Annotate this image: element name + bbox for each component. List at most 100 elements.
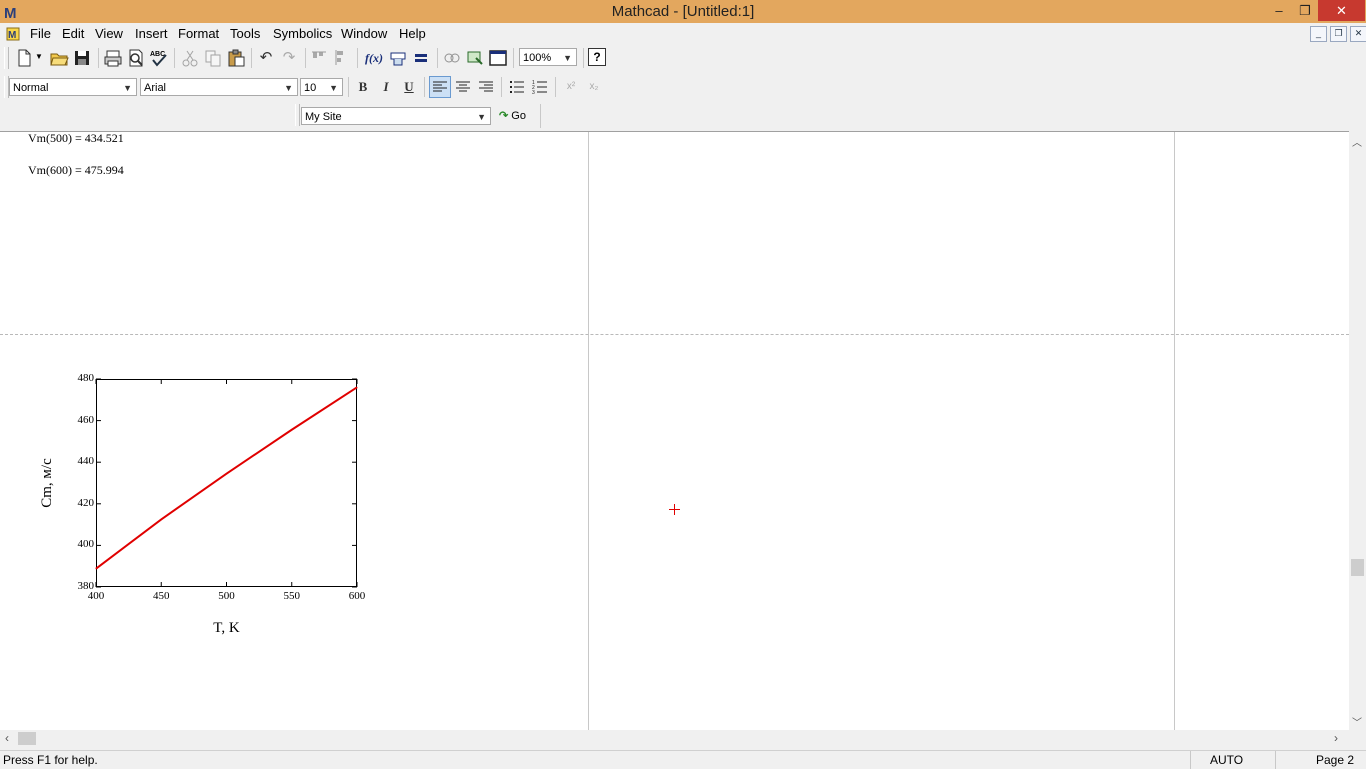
doc-close-button[interactable]: ✕ [1350,26,1366,42]
subscript-button[interactable]: x₂ [584,77,604,97]
new-document-icon[interactable] [14,48,34,68]
doc-restore-button[interactable]: ❐ [1330,26,1347,42]
data-point [160,518,162,520]
horizontal-scroll-thumb[interactable] [18,732,36,745]
crosshair-cursor-icon [669,504,680,515]
save-icon[interactable] [72,48,92,68]
y-tick-label: 480 [77,372,95,384]
italic-button[interactable]: I [376,77,396,97]
align-down-icon[interactable] [331,48,351,68]
go-button[interactable]: ↷ Go [499,107,535,125]
minimize-button[interactable]: – [1266,0,1292,21]
status-bar: Press F1 for help. AUTO Page 2 [0,750,1366,769]
menu-view[interactable]: View [95,26,123,41]
menu-help[interactable]: Help [399,26,426,41]
redo-icon[interactable]: ↷ [279,48,299,68]
insert-function-icon[interactable]: f(x) [364,48,384,68]
vertical-scroll-thumb[interactable] [1351,559,1364,576]
toolbar-separator [513,48,514,68]
horizontal-scrollbar[interactable]: ‹ › [0,730,1349,747]
open-folder-icon[interactable] [49,48,69,68]
font-value: Arial [144,82,167,94]
cut-icon[interactable] [180,48,200,68]
align-right-icon[interactable] [476,77,496,97]
resource-center-icon[interactable] [488,48,508,68]
new-dropdown-arrow-icon[interactable]: ▼ [35,52,43,61]
menu-insert[interactable]: Insert [135,26,168,41]
vertical-scrollbar[interactable]: ︿ ﹀ [1349,131,1366,730]
data-point [291,429,293,431]
page-break-line [0,334,1349,335]
status-help-text: Press F1 for help. [3,753,98,767]
style-select[interactable]: Normal ▼ [9,78,137,96]
menu-file[interactable]: File [30,26,51,41]
site-value: My Site [305,111,342,123]
align-across-icon[interactable] [310,48,330,68]
zoom-select[interactable]: 100% ▼ [519,48,577,66]
toolbar-separator [501,77,502,97]
scroll-left-icon[interactable]: ‹ [5,731,9,745]
close-button[interactable]: ✕ [1318,0,1365,21]
help-icon[interactable]: ? [588,48,606,66]
bold-button[interactable]: B [353,77,373,97]
underline-button[interactable]: U [399,77,419,97]
menu-symbolics[interactable]: Symbolics [273,26,332,41]
numbered-list-icon[interactable]: 123 [530,77,550,97]
scroll-down-icon[interactable]: ﹀ [1352,714,1362,729]
svg-text:M: M [8,30,16,41]
menu-window[interactable]: Window [341,26,387,41]
insert-hyperlink-icon[interactable] [442,48,462,68]
print-icon[interactable] [103,48,123,68]
font-size-select[interactable]: 10 ▼ [300,78,343,96]
data-point [95,568,97,570]
component-wizard-icon[interactable] [465,48,485,68]
align-center-icon[interactable] [453,77,473,97]
status-mode: AUTO [1210,753,1244,767]
page-boundary-line [588,132,589,731]
menu-tools[interactable]: Tools [230,26,260,41]
toolbar-separator [348,77,349,97]
page-boundary-line [1174,132,1175,731]
spell-check-icon[interactable]: ABC [149,48,169,68]
calculate-icon[interactable] [411,48,431,68]
y-tick-label: 440 [77,455,95,468]
copy-icon[interactable] [203,48,223,68]
toolbar-separator [437,48,438,68]
xy-plot [95,378,358,588]
toolbar-separator [583,48,584,68]
site-select[interactable]: My Site ▼ [301,107,491,125]
data-point [226,473,227,475]
insert-unit-icon[interactable] [388,48,408,68]
scroll-up-icon[interactable]: ︿ [1352,134,1362,149]
toolbar-separator [251,48,252,68]
chevron-down-icon: ▼ [563,53,572,63]
paste-icon[interactable] [226,48,246,68]
worksheet[interactable]: Vm(500) = 434.521 Vm(600) = 475.994 380 4… [0,131,1349,731]
font-select[interactable]: Arial ▼ [140,78,298,96]
x-axis-title: T, K [213,620,240,636]
undo-icon[interactable]: ↶ [256,48,276,68]
result-vm-600[interactable]: Vm(600) = 475.994 [28,163,124,178]
x-tick-label: 450 [153,590,170,602]
print-preview-icon[interactable] [126,48,146,68]
y-axis-title: Cm, м/с [39,458,55,508]
x-tick-label: 600 [348,590,366,602]
chevron-down-icon: ▼ [477,112,486,122]
resources-toolbar [0,101,1366,130]
go-label: Go [511,110,526,122]
chevron-down-icon: ▼ [123,83,132,93]
font-size-value: 10 [304,82,317,94]
doc-minimize-button[interactable]: _ [1310,26,1327,42]
superscript-button[interactable]: x² [561,77,581,97]
status-divider [1275,751,1276,769]
menu-edit[interactable]: Edit [62,26,84,41]
toolbar-separator [174,48,175,68]
result-vm-500[interactable]: Vm(500) = 434.521 [28,132,124,146]
restore-button[interactable]: ❐ [1292,0,1318,21]
scroll-right-icon[interactable]: › [1334,731,1338,745]
align-left-icon[interactable] [429,76,451,98]
style-value: Normal [13,82,49,94]
bullet-list-icon[interactable] [507,77,527,97]
svg-text:ABC: ABC [150,51,165,58]
menu-format[interactable]: Format [178,26,219,41]
